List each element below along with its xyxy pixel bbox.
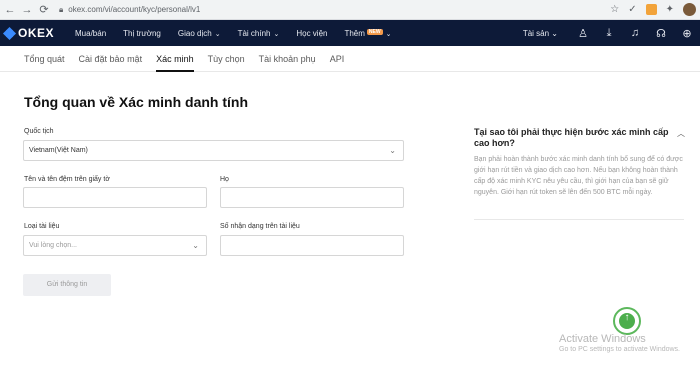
tab-security-settings[interactable]: Cài đặt bảo mật — [79, 46, 143, 72]
browser-toolbar: ← → ⟳ 🔒︎ okex.com/vi/account/kyc/persona… — [0, 0, 700, 20]
nav-finance[interactable]: Tài chính ⌄ — [238, 29, 280, 38]
profile-avatar[interactable] — [683, 3, 696, 16]
back-icon[interactable]: ← — [3, 4, 17, 16]
activation-watermark-subtitle: Go to PC settings to activate Windows. — [559, 346, 680, 353]
tab-overview[interactable]: Tổng quát — [24, 46, 65, 72]
site-header: OKEX Mua/bán Thị trường Giao dịch ⌄ Tài c… — [0, 20, 700, 46]
chevron-down-icon: ⌄ — [389, 146, 396, 155]
bell-icon[interactable]: ♫ — [628, 27, 642, 39]
lock-icon[interactable]: 🔒︎ — [59, 5, 63, 15]
given-name-label: Tên và tên đệm trên giấy tờ — [24, 176, 110, 183]
surname-input[interactable] — [220, 187, 404, 208]
nationality-value: Vietnam(Việt Nam) — [29, 147, 88, 154]
assets-menu[interactable]: Tài sản ⌄ — [523, 29, 558, 38]
chevron-down-icon: ⌄ — [273, 30, 280, 38]
tab-verification[interactable]: Xác minh — [156, 46, 194, 72]
address-bar[interactable]: okex.com/vi/account/kyc/personal/lv1 — [68, 5, 200, 14]
nav-trade[interactable]: Giao dịch ⌄ — [178, 29, 221, 38]
chevron-up-icon[interactable]: ︿ — [677, 128, 685, 139]
nationality-label: Quốc tịch — [24, 128, 54, 135]
okex-logo[interactable]: OKEX — [2, 26, 55, 40]
browser-extensions: ☆ ✓ ✦ — [610, 3, 696, 16]
nav-markets[interactable]: Thị trường — [123, 29, 161, 38]
nav-academy[interactable]: Học viện — [296, 29, 327, 38]
given-name-input[interactable] — [23, 187, 207, 208]
check-icon[interactable]: ✓ — [628, 4, 636, 15]
chevron-down-icon: ⌄ — [214, 30, 221, 38]
tab-preferences[interactable]: Tùy chọn — [208, 46, 245, 72]
page-title: Tổng quan về Xác minh danh tính — [24, 94, 249, 110]
document-type-select[interactable]: Vui lòng chọn... ⌄ — [23, 235, 207, 256]
nav-more[interactable]: Thêm NEW ⌄ — [344, 28, 392, 38]
user-icon[interactable]: ♙ — [576, 27, 590, 40]
document-number-label: Số nhận dạng trên tài liệu — [220, 223, 300, 230]
forward-icon[interactable]: → — [20, 4, 34, 16]
submit-button[interactable]: Gửi thông tin — [23, 274, 111, 296]
faq-title[interactable]: Tại sao tôi phải thực hiện bước xác minh… — [474, 127, 674, 149]
nav-buy-sell[interactable]: Mua/bán — [75, 29, 106, 38]
chevron-down-icon: ⌄ — [551, 28, 558, 38]
extension-icon[interactable] — [645, 4, 657, 15]
activation-watermark-title: Activate Windows — [559, 333, 646, 345]
document-type-placeholder: Vui lòng chọn... — [29, 242, 77, 249]
tab-sub-accounts[interactable]: Tài khoản phụ — [259, 46, 316, 72]
puzzle-icon[interactable]: ✦ — [666, 4, 674, 15]
okex-logo-icon — [2, 26, 17, 40]
document-type-label: Loại tài liệu — [24, 223, 60, 230]
reload-icon[interactable]: ⟳ — [37, 3, 51, 16]
faq-divider — [474, 219, 684, 220]
surname-label: Họ — [220, 176, 229, 183]
download-icon[interactable]: ⤓ — [602, 27, 616, 40]
nationality-select[interactable]: Vietnam(Việt Nam) ⌄ — [23, 140, 404, 161]
chevron-down-icon: ⌄ — [192, 241, 199, 250]
new-badge: NEW — [366, 28, 383, 35]
faq-body: Bạn phải hoàn thành bước xác minh danh t… — [474, 156, 683, 196]
tab-api[interactable]: API — [330, 46, 345, 72]
document-number-input[interactable] — [220, 235, 404, 256]
star-icon[interactable]: ☆ — [610, 4, 619, 15]
globe-icon[interactable]: ⊕ — [680, 27, 694, 40]
headset-icon[interactable]: ☊ — [654, 27, 668, 40]
chevron-down-icon: ⌄ — [385, 30, 392, 38]
header-right: Tài sản ⌄ ♙ ⤓ ♫ ☊ ⊕ — [523, 20, 694, 46]
logo-text: OKEX — [18, 26, 55, 40]
account-tabs: Tổng quát Cài đặt bảo mật Xác minh Tùy c… — [0, 46, 700, 72]
upload-badge-icon — [613, 307, 641, 335]
